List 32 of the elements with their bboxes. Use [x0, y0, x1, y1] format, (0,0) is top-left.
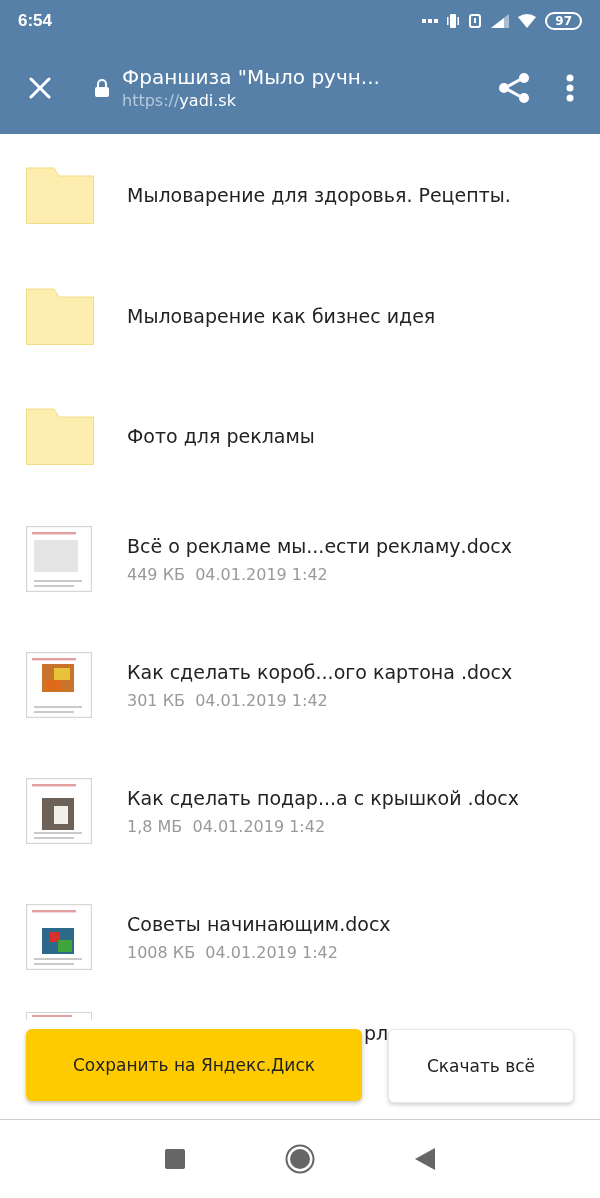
notification-dots-icon: [422, 18, 439, 24]
file-details: 1,8 МБ 04.01.2019 1:42: [127, 816, 327, 836]
download-all-button[interactable]: Скачать всё: [388, 1029, 574, 1103]
share-icon: [497, 72, 531, 104]
file-name[interactable]: Советы начинающим.docx: [127, 912, 391, 935]
folder-name[interactable]: Мыловарение для здоровья. Рецепты.: [127, 184, 511, 206]
status-time: 6:54: [18, 11, 53, 31]
wifi-icon: [518, 14, 537, 28]
close-icon: [29, 77, 51, 99]
more-icon: [566, 74, 574, 102]
lock-icon: [94, 79, 110, 97]
home-icon[interactable]: [285, 1144, 315, 1174]
vibrate-icon: [447, 14, 460, 28]
file-name[interactable]: Как сделать короб...ого картона .docx: [127, 660, 513, 683]
folder-name[interactable]: Мыловарение как бизнес идея: [127, 305, 436, 327]
back-icon[interactable]: [415, 1148, 435, 1170]
battery-level: 97: [545, 12, 582, 30]
file-name[interactable]: Всё о рекламе мы...ести рекламу.docx: [127, 534, 512, 557]
file-details: 449 КБ 04.01.2019 1:42: [127, 564, 329, 584]
folder-icon: [26, 407, 94, 465]
file-details: 1008 КБ 04.01.2019 1:42: [127, 942, 339, 962]
save-to-disk-button[interactable]: Сохранить на Яндекс.Диск: [26, 1029, 362, 1101]
folder-name[interactable]: Фото для рекламы: [127, 425, 315, 447]
file-name[interactable]: Как сделать подар...а с крышкой .docx: [127, 786, 519, 809]
folder-icon: [26, 166, 94, 224]
page-title: Франшиза "Мыло ручн...: [122, 64, 381, 90]
signal-icon: [491, 14, 510, 28]
alarm-icon: [468, 14, 483, 28]
folder-icon: [26, 287, 94, 345]
page-url: https://yadi.sk: [122, 90, 237, 112]
file-name[interactable]: рл: [364, 1022, 389, 1044]
file-details: 301 КБ 04.01.2019 1:42: [127, 690, 329, 710]
